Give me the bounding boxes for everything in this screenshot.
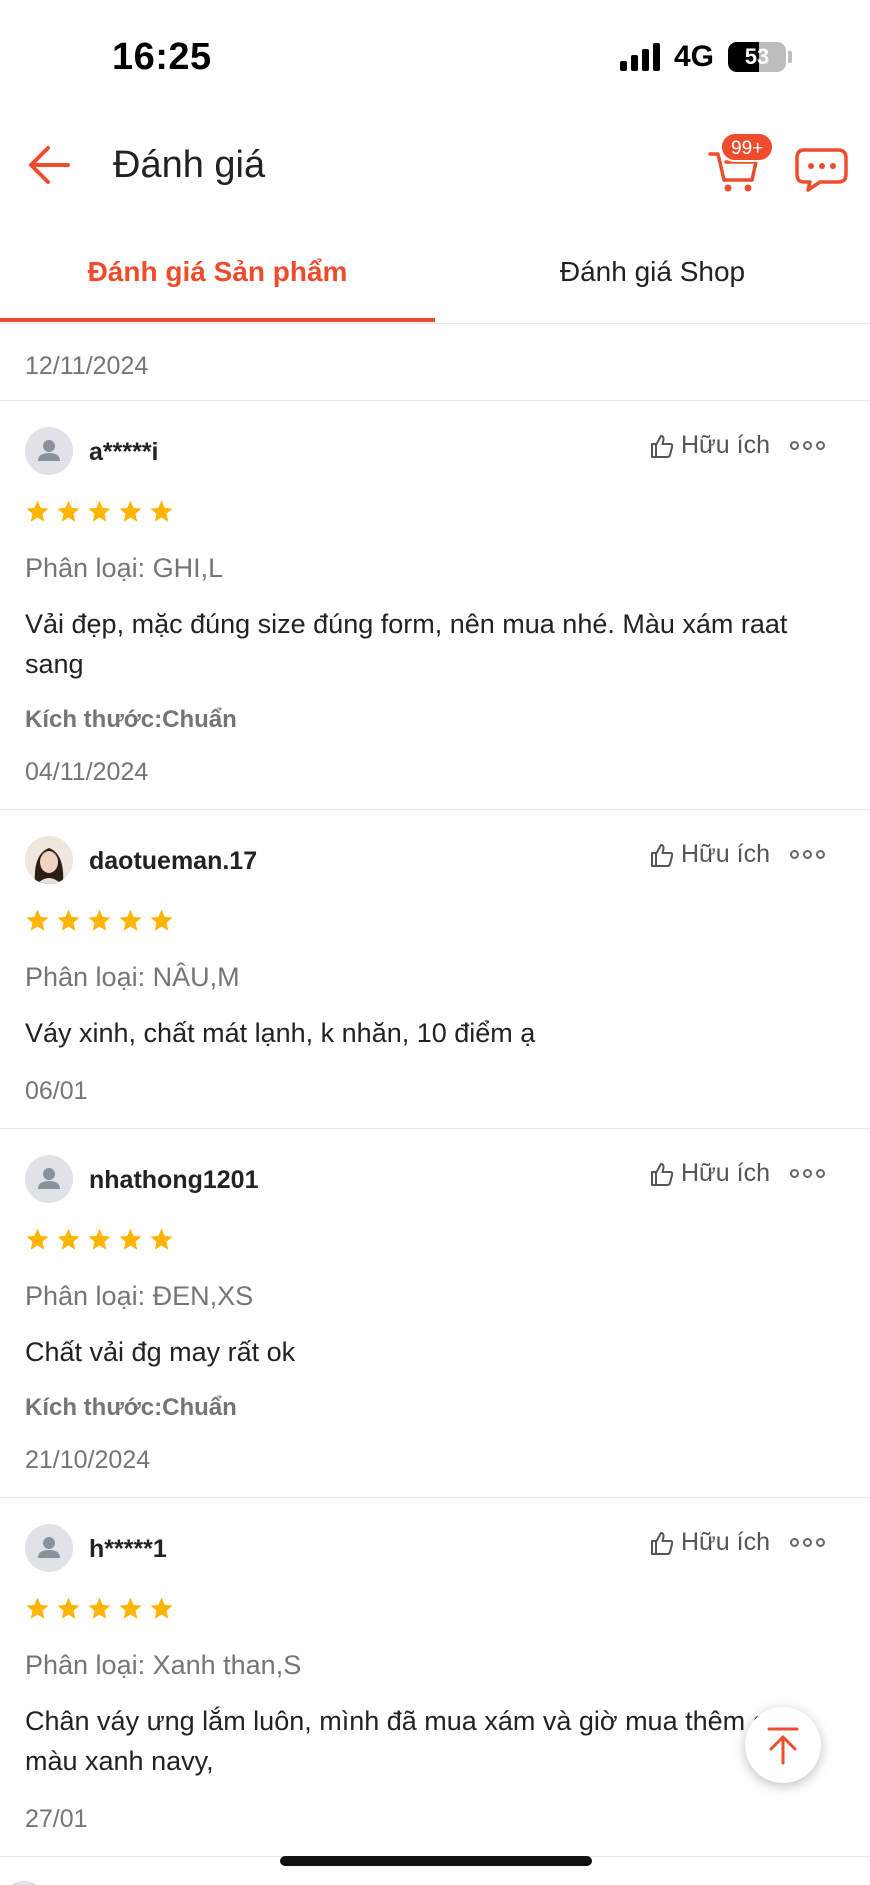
helpful-button[interactable]: Hữu ích <box>649 431 770 460</box>
helpful-label: Hữu ích <box>681 1159 770 1187</box>
star-icon <box>88 909 111 931</box>
thumbs-up-icon <box>651 843 674 867</box>
network-label: 4G <box>673 40 714 73</box>
star-icon <box>26 500 49 522</box>
app-header: Đánh giá 99+ <box>0 110 870 222</box>
avatar[interactable] <box>25 836 73 884</box>
status-bar: 16:25 4G 53 <box>0 0 870 110</box>
review-date: 06/01 <box>25 1077 88 1105</box>
review-item: nhathong1201 Hữu ích Phân loại: ĐEN,XS C… <box>0 1129 870 1498</box>
star-icon <box>57 500 80 522</box>
star-icon <box>57 909 80 931</box>
chat-button[interactable] <box>794 144 850 194</box>
star-icon <box>57 1228 80 1250</box>
tab-product-reviews[interactable]: Đánh giá Sản phẩm <box>0 222 435 322</box>
status-time: 16:25 <box>112 36 212 78</box>
helpful-button[interactable]: Hữu ích <box>649 1528 770 1557</box>
star-icon <box>26 909 49 931</box>
star-icon <box>26 1228 49 1250</box>
star-icon <box>119 500 142 522</box>
review-text: Vải đẹp, mặc đúng size đúng form, nên mu… <box>25 609 788 679</box>
rating-stars <box>25 908 845 936</box>
review-date: 27/01 <box>25 1805 88 1833</box>
helpful-button[interactable]: Hữu ích <box>649 1159 770 1188</box>
rating-stars <box>25 1596 845 1624</box>
review-item: daotueman.17 Hữu ích Phân loại: NÂU,M Vá… <box>0 810 870 1129</box>
review-text: Chất vải đg may rất ok <box>25 1337 296 1367</box>
product-variant: Phân loại: GHI,L <box>25 553 224 583</box>
signal-icon <box>619 43 660 71</box>
chat-icon <box>795 148 848 192</box>
helpful-label: Hữu ích <box>681 1528 770 1556</box>
thumbs-up-icon <box>651 1531 674 1555</box>
review-item: a*****i Hữu ích Phân loại: GHI,L Vải đẹp… <box>0 401 870 810</box>
review-text: Chân váy ưng lắm luôn, mình đã mua xám v… <box>25 1706 782 1776</box>
more-options-button[interactable] <box>790 1169 825 1178</box>
star-icon <box>119 909 142 931</box>
page-title: Đánh giá <box>113 144 266 186</box>
avatar[interactable] <box>25 1155 73 1203</box>
size-fit: Kích thước:Chuẩn <box>25 706 237 733</box>
helpful-button[interactable]: Hữu ích <box>649 840 770 869</box>
user-icon <box>38 1537 60 1558</box>
product-variant: Phân loại: NÂU,M <box>25 962 240 992</box>
cart-badge: 99+ <box>720 132 775 162</box>
avatar[interactable] <box>25 427 73 475</box>
battery-level: 53 <box>744 44 770 69</box>
star-icon <box>26 1597 49 1619</box>
user-photo <box>25 836 73 884</box>
reviewer-name[interactable]: nhathong1201 <box>89 1166 258 1195</box>
home-indicator[interactable] <box>280 1856 592 1866</box>
review-tabs: Đánh giá Sản phẩm Đánh giá Shop <box>0 222 870 324</box>
battery-tip <box>788 51 792 63</box>
status-indicators: 4G 53 <box>619 40 792 74</box>
review-item: h*****1 Hữu ích Phân loại: Xanh than,S C… <box>0 1498 870 1857</box>
star-icon <box>88 500 111 522</box>
review-list[interactable]: 12/11/2024 a*****i Hữu ích Phân loại: GH… <box>0 325 870 1885</box>
star-icon <box>88 1597 111 1619</box>
helpful-label: Hữu ích <box>681 431 770 459</box>
reviewer-name[interactable]: h*****1 <box>89 1535 167 1564</box>
reviewer-name[interactable]: a*****i <box>89 438 159 467</box>
user-icon <box>38 1168 60 1189</box>
more-options-button[interactable] <box>790 441 825 450</box>
scroll-top-button[interactable] <box>745 1707 821 1783</box>
size-fit: Kích thước:Chuẩn <box>25 1394 237 1421</box>
product-variant: Phân loại: Xanh than,S <box>25 1650 302 1680</box>
avatar[interactable] <box>0 1881 48 1885</box>
arrow-up-icon <box>767 1727 799 1765</box>
product-variant: Phân loại: ĐEN,XS <box>25 1281 254 1311</box>
star-icon <box>119 1228 142 1250</box>
star-icon <box>150 909 173 931</box>
review-date: 04/11/2024 <box>25 758 149 786</box>
review-date: 12/11/2024 <box>0 325 870 401</box>
star-icon <box>150 500 173 522</box>
active-tab-indicator <box>0 318 435 322</box>
rating-stars <box>25 499 845 527</box>
rating-stars <box>25 1227 845 1255</box>
review-date: 21/10/2024 <box>25 1446 151 1474</box>
review-text: Váy xinh, chất mát lạnh, k nhăn, 10 điểm… <box>25 1018 536 1048</box>
star-icon <box>57 1597 80 1619</box>
avatar[interactable] <box>25 1524 73 1572</box>
more-options-button[interactable] <box>790 850 825 859</box>
tab-shop-reviews[interactable]: Đánh giá Shop <box>435 222 870 322</box>
reviewer-name[interactable]: daotueman.17 <box>89 847 257 876</box>
star-icon <box>88 1228 111 1250</box>
arrow-left-icon <box>29 146 70 184</box>
star-icon <box>150 1597 173 1619</box>
user-icon <box>38 440 60 461</box>
battery-icon: 53 <box>728 42 786 72</box>
back-button[interactable] <box>24 140 74 190</box>
star-icon <box>119 1597 142 1619</box>
thumbs-up-icon <box>651 1162 674 1186</box>
helpful-label: Hữu ích <box>681 840 770 868</box>
star-icon <box>150 1228 173 1250</box>
thumbs-up-icon <box>651 434 674 458</box>
more-options-button[interactable] <box>790 1538 825 1547</box>
